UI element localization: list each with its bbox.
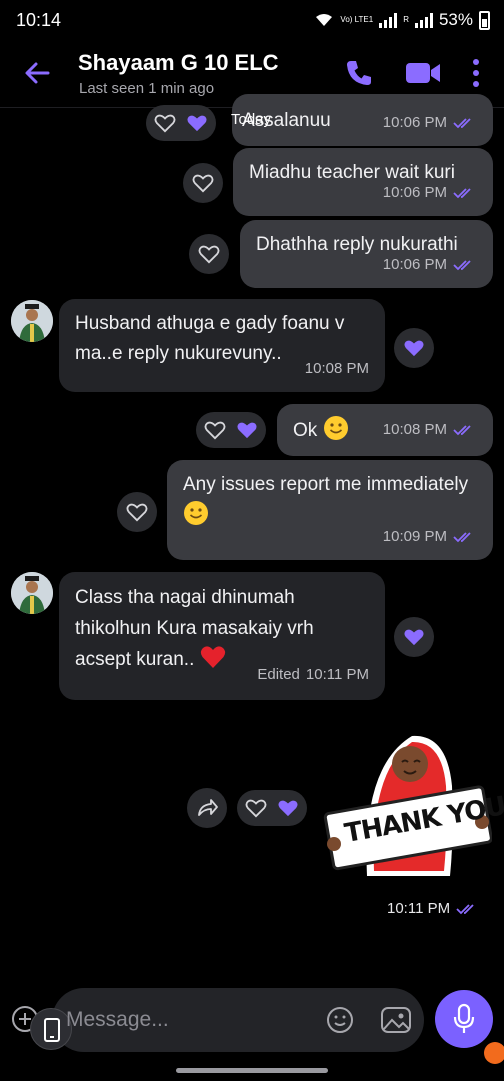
battery-percent: 53% xyxy=(438,10,473,29)
more-options-icon[interactable] xyxy=(466,56,486,90)
message-time: 10:11 PM xyxy=(387,900,451,917)
reaction-pill[interactable] xyxy=(237,790,307,826)
message-bubble-out[interactable]: Assalanuu 10:06 PM xyxy=(232,94,493,146)
message-bubble-out[interactable]: Dhathha reply nukurathi 10:06 PM xyxy=(240,220,493,288)
message-time: 10:08 PM xyxy=(304,360,369,377)
message-meta: 10:08 PM xyxy=(383,415,475,445)
contact-avatar[interactable] xyxy=(11,572,53,614)
react-button[interactable] xyxy=(189,234,229,274)
date-divider: Today xyxy=(231,111,272,128)
message-bubble-in[interactable]: Class tha nagai dhinumah thikolhun Kura … xyxy=(59,572,385,700)
message-text-content: Any issues report me immediately xyxy=(183,474,469,495)
signal-icon-2 xyxy=(414,12,433,28)
message-meta: 10:11 PM xyxy=(387,900,478,917)
reaction-pill[interactable] xyxy=(196,412,266,448)
message-input[interactable]: Message... xyxy=(66,1008,169,1032)
heart-outline-icon[interactable] xyxy=(198,244,220,264)
message-time: 10:06 PM xyxy=(382,184,447,201)
heart-filled-icon[interactable] xyxy=(403,627,425,647)
phone-call-icon[interactable] xyxy=(344,58,374,88)
heart-filled-icon[interactable] xyxy=(277,798,299,818)
overlay-badge-icon xyxy=(484,1042,504,1064)
network-label: Vo) LTE1 xyxy=(340,15,374,24)
reaction-pill[interactable] xyxy=(146,105,216,141)
message-bubble-out[interactable]: Miadhu teacher wait kuri 10:06 PM xyxy=(233,148,493,216)
emoji-icon[interactable] xyxy=(325,1005,355,1035)
video-call-icon[interactable] xyxy=(404,58,442,88)
heart-outline-icon[interactable] xyxy=(126,502,148,522)
back-arrow-icon[interactable] xyxy=(22,58,52,88)
message-meta: 10:06 PM xyxy=(383,250,475,280)
home-indicator xyxy=(176,1068,328,1073)
microphone-icon xyxy=(453,1003,475,1033)
voice-message-button[interactable] xyxy=(435,990,493,1048)
last-seen: Last seen 1 min ago xyxy=(79,80,215,97)
smiley-emoji-icon xyxy=(323,416,348,440)
gallery-icon[interactable] xyxy=(380,1005,412,1035)
read-ticks-icon xyxy=(453,118,471,129)
reaction-pill[interactable] xyxy=(394,328,434,368)
heart-filled-icon[interactable] xyxy=(403,338,425,358)
message-time: 10:09 PM xyxy=(382,528,447,545)
react-button[interactable] xyxy=(183,163,223,203)
forward-button[interactable] xyxy=(187,788,227,828)
read-ticks-icon xyxy=(453,425,471,436)
message-time: 10:08 PM xyxy=(382,421,447,438)
contact-avatar[interactable] xyxy=(11,300,53,342)
red-heart-emoji-icon xyxy=(200,646,225,668)
message-bubble-in[interactable]: Husband athuga e gady foanu v ma..e repl… xyxy=(59,299,385,392)
edited-label: Edited xyxy=(257,666,300,683)
read-ticks-icon xyxy=(453,260,471,271)
message-time: 10:11 PM xyxy=(305,666,369,683)
message-text-content: Ok xyxy=(293,420,318,441)
heart-filled-icon[interactable] xyxy=(236,420,258,440)
message-time: 10:06 PM xyxy=(382,256,447,273)
avatar-image xyxy=(11,300,53,342)
avatar-image xyxy=(11,572,53,614)
heart-outline-icon[interactable] xyxy=(204,420,226,440)
heart-outline-icon[interactable] xyxy=(154,113,176,133)
message-text-content: Class tha nagai dhinumah thikolhun Kura … xyxy=(75,587,314,670)
sim-label: R xyxy=(403,15,409,24)
contact-name[interactable]: Shayaam G 10 ELC xyxy=(78,50,279,76)
message-meta: 10:08 PM xyxy=(305,354,369,384)
read-ticks-icon xyxy=(453,188,471,199)
smiley-emoji-icon xyxy=(184,501,208,525)
wifi-icon xyxy=(316,14,333,26)
forward-icon xyxy=(198,799,218,816)
message-meta: 10:06 PM xyxy=(383,108,475,138)
message-meta: 10:06 PM xyxy=(383,178,475,208)
message-bubble-out[interactable]: Any issues report me immediately 10:09 P… xyxy=(167,460,493,560)
heart-outline-icon[interactable] xyxy=(245,798,267,818)
message-time: 10:06 PM xyxy=(382,114,447,131)
status-icons: Vo) LTE1 R 53% xyxy=(314,10,490,30)
heart-filled-icon[interactable] xyxy=(186,113,208,133)
message-meta: 10:09 PM xyxy=(383,522,475,552)
battery-icon xyxy=(479,10,490,30)
message-meta: Edited 10:11 PM xyxy=(257,660,369,690)
read-ticks-icon xyxy=(453,532,471,543)
status-time: 10:14 xyxy=(16,10,62,30)
message-bubble-out[interactable]: Ok 10:08 PM xyxy=(277,404,493,456)
reaction-pill[interactable] xyxy=(394,617,434,657)
thank-you-sticker[interactable]: THANK YOU! xyxy=(322,726,504,886)
signal-icon xyxy=(379,12,398,28)
read-ticks-icon xyxy=(456,903,474,914)
react-button[interactable] xyxy=(117,492,157,532)
status-bar: 10:14 Vo) LTE1 R 53% xyxy=(0,0,504,42)
heart-outline-icon[interactable] xyxy=(192,173,214,193)
